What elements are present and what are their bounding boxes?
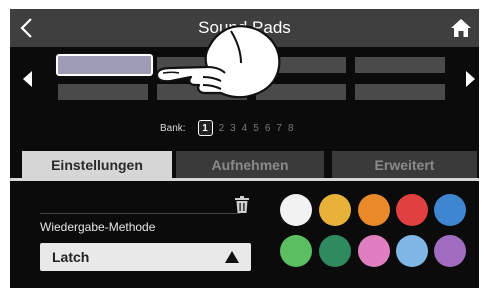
color-swatch-pink[interactable] — [358, 235, 390, 267]
color-swatch-orange[interactable] — [358, 194, 390, 226]
bank-number-7[interactable]: 7 — [276, 123, 282, 134]
tab-bar: Einstellungen Aufnehmen Erweitert — [22, 151, 479, 179]
bank-number-1[interactable]: 1 — [197, 120, 213, 136]
color-swatch-blue[interactable] — [434, 194, 466, 226]
bank-selector: Bank: 1 2 3 4 5 6 7 8 — [160, 119, 294, 137]
tab-underline — [10, 178, 479, 181]
home-icon[interactable] — [449, 16, 473, 40]
bank-number-6[interactable]: 6 — [265, 123, 271, 134]
bank-number-8[interactable]: 8 — [288, 123, 294, 134]
bank-number-5[interactable]: 5 — [253, 123, 259, 134]
playback-method-label: Wiedergabe-Methode — [40, 220, 156, 234]
bank-number-4[interactable]: 4 — [242, 123, 248, 134]
sound-pad-8[interactable] — [355, 84, 445, 100]
color-swatch-red[interactable] — [396, 194, 428, 226]
sound-pad-5[interactable] — [58, 84, 148, 100]
bank-number-2[interactable]: 2 — [219, 123, 225, 134]
name-field-underline — [40, 213, 240, 214]
next-page-arrow-icon[interactable] — [464, 71, 476, 87]
sound-pad-1[interactable] — [55, 53, 154, 77]
color-swatch-light-blue[interactable] — [396, 235, 428, 267]
sound-pads-screen: Sound Pads Bank: 1 2 3 4 5 6 7 8 Einstel… — [10, 9, 479, 288]
color-swatch-green[interactable] — [280, 235, 312, 267]
tab-aufnehmen[interactable]: Aufnehmen — [176, 151, 324, 179]
triangle-up-icon — [225, 251, 239, 263]
bank-number-3[interactable]: 3 — [230, 123, 236, 134]
previous-page-arrow-icon[interactable] — [22, 71, 34, 87]
playback-method-value: Latch — [52, 249, 90, 265]
color-swatch-dark-green[interactable] — [319, 235, 351, 267]
color-swatch-purple[interactable] — [434, 235, 466, 267]
trash-icon[interactable] — [234, 196, 250, 214]
tab-erweitert[interactable]: Erweitert — [332, 151, 477, 179]
sound-pad-4[interactable] — [355, 57, 445, 73]
color-swatch-yellow[interactable] — [319, 194, 351, 226]
bank-label: Bank: — [160, 122, 186, 134]
pointing-hand-icon — [155, 25, 281, 99]
tab-einstellungen[interactable]: Einstellungen — [22, 151, 172, 179]
color-swatch-white[interactable] — [280, 194, 312, 226]
playback-method-dropdown[interactable]: Latch — [40, 243, 251, 271]
